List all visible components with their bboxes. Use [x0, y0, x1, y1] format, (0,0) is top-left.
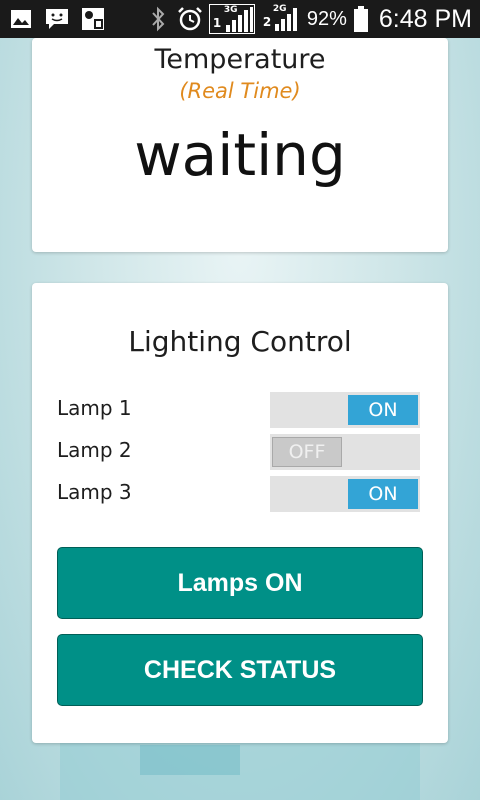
signal-bars-icon	[274, 8, 297, 31]
lamp-row-2: Lamp 2 OFF	[57, 434, 427, 472]
lamp-1-label: Lamp 1	[57, 396, 132, 420]
lamp-3-toggle-state: ON	[348, 479, 418, 509]
lamp-1-toggle-state: ON	[348, 395, 418, 425]
lighting-control-title: Lighting Control	[128, 325, 352, 358]
network-signal-3g: 3G 1	[208, 4, 255, 34]
temperature-subtitle: (Real Time)	[179, 79, 301, 103]
lamp-2-label: Lamp 2	[57, 438, 132, 462]
sim-icon	[80, 7, 106, 31]
clock-time: 6:48 PM	[378, 4, 472, 33]
lighting-control-card: Lighting Control Lamp 1 ON Lamp 2 OFF La…	[32, 283, 448, 743]
temperature-value: waiting	[134, 121, 346, 189]
lamp-2-toggle-state: OFF	[272, 437, 342, 467]
gallery-icon	[8, 7, 34, 31]
message-icon	[44, 7, 70, 31]
lamp-3-toggle[interactable]: ON	[270, 476, 420, 512]
alarm-icon	[177, 7, 203, 31]
bluetooth-icon	[145, 6, 171, 32]
temperature-card: Temperature (Real Time) waiting	[32, 38, 448, 252]
background-decoration	[60, 742, 420, 800]
signal-bars-icon	[225, 7, 253, 32]
check-status-button[interactable]: CHECK STATUS	[57, 634, 423, 706]
temperature-title: Temperature	[154, 44, 326, 75]
background-decoration	[140, 745, 240, 775]
lamp-row-1: Lamp 1 ON	[57, 392, 427, 430]
battery-percent: 92%	[306, 7, 347, 30]
lamp-row-3: Lamp 3 ON	[57, 476, 427, 514]
network-signal-2g: 2G 2	[261, 4, 301, 34]
lamp-2-toggle[interactable]: OFF	[270, 434, 420, 470]
lamp-1-toggle[interactable]: ON	[270, 392, 420, 428]
battery-icon	[353, 6, 369, 32]
status-bar: 3G 1 2G 2 92% 6:48 PM	[0, 0, 480, 38]
lamp-3-label: Lamp 3	[57, 480, 132, 504]
lamps-on-button[interactable]: Lamps ON	[57, 547, 423, 619]
